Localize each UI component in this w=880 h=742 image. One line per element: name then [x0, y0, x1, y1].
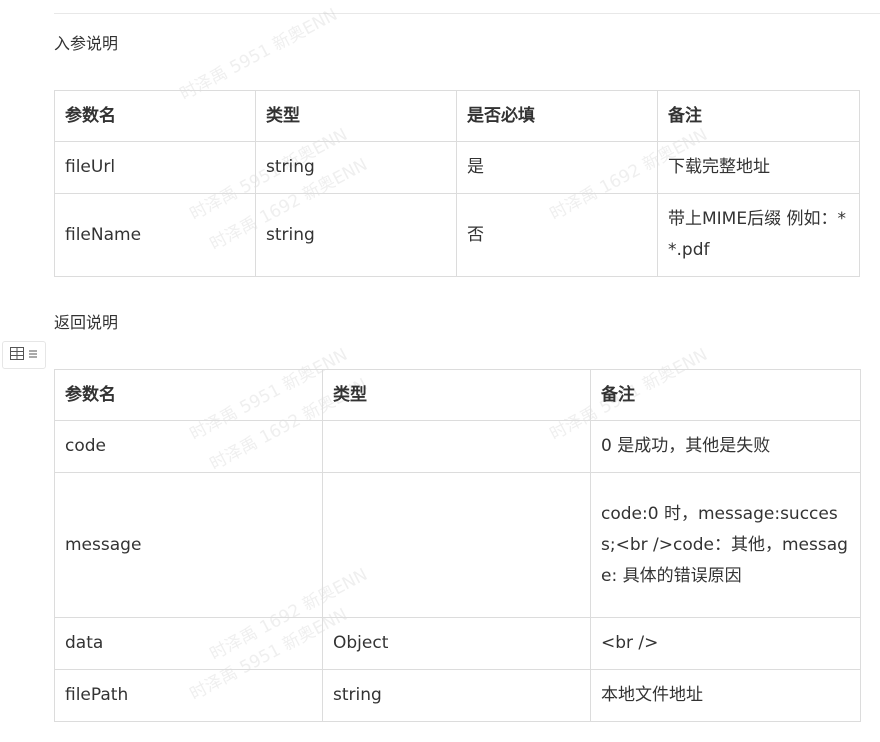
table-cell: 下载完整地址	[657, 141, 860, 194]
table-row: code 0 是成功，其他是失败	[54, 420, 861, 473]
table-cell: fileName	[54, 193, 256, 277]
table-header-row: 参数名 类型 备注	[54, 369, 861, 421]
table-grid-icon[interactable]	[10, 346, 24, 364]
table-cell: <br />	[590, 617, 861, 670]
table-row: data Object <br />	[54, 617, 861, 670]
output-params-table: 参数名 类型 备注 code 0 是成功，其他是失败 message code:…	[54, 369, 861, 722]
header-param-name: 参数名	[54, 90, 256, 142]
table-cell: 否	[456, 193, 658, 277]
input-params-table: 参数名 类型 是否必填 备注 fileUrl string 是 下载完整地址 f…	[54, 90, 860, 277]
table-row: message code:0 时，message:success;<br />c…	[54, 472, 861, 618]
table-cell: code:0 时，message:success;<br />code：其他，m…	[590, 472, 861, 618]
table-cell: 0 是成功，其他是失败	[590, 420, 861, 473]
top-divider	[54, 13, 880, 14]
table-row: fileName string 否 带上MIME后缀 例如：**.pdf	[54, 193, 860, 277]
table-cell: fileUrl	[54, 141, 256, 194]
table-cell: data	[54, 617, 323, 670]
table-cell: string	[255, 193, 457, 277]
table-cell: 本地文件地址	[590, 669, 861, 722]
table-cell: 是	[456, 141, 658, 194]
table-row: filePath string 本地文件地址	[54, 669, 861, 722]
table-cell: code	[54, 420, 323, 473]
table-cell: filePath	[54, 669, 323, 722]
menu-lines-icon[interactable]	[28, 347, 38, 363]
input-params-title: 入参说明	[54, 34, 119, 53]
header-type: 类型	[322, 369, 591, 421]
table-cell: string	[322, 669, 591, 722]
table-cell: message	[54, 472, 323, 618]
table-cell	[322, 472, 591, 618]
header-remark: 备注	[657, 90, 860, 142]
table-header-row: 参数名 类型 是否必填 备注	[54, 90, 860, 142]
table-cell	[322, 420, 591, 473]
header-type: 类型	[255, 90, 457, 142]
output-params-title: 返回说明	[54, 313, 119, 332]
header-remark: 备注	[590, 369, 861, 421]
table-row: fileUrl string 是 下载完整地址	[54, 141, 860, 194]
header-param-name: 参数名	[54, 369, 323, 421]
table-cell: Object	[322, 617, 591, 670]
table-cell: 带上MIME后缀 例如：**.pdf	[657, 193, 860, 277]
table-cell: string	[255, 141, 457, 194]
table-toolbar[interactable]	[2, 341, 46, 369]
header-required: 是否必填	[456, 90, 658, 142]
